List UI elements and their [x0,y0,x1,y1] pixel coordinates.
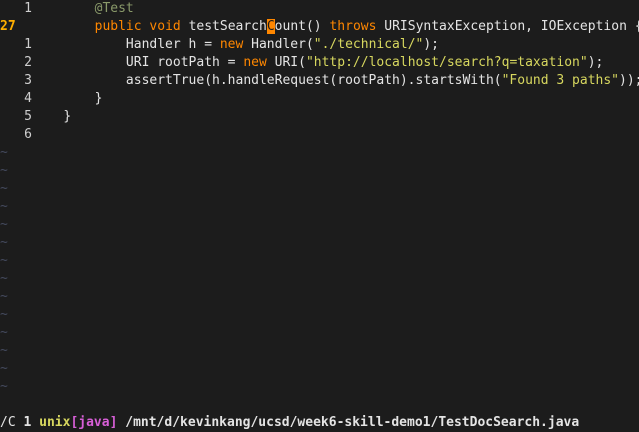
code-token: new [219,37,252,52]
code-text: } [32,108,639,126]
code-token: URI rootPath = [125,55,244,70]
code-line[interactable]: 1 @Test [0,0,639,18]
empty-line-marker: ~ [0,378,639,396]
code-text: URI rootPath = new URI("http://localhost… [32,54,639,72]
empty-line-marker: ~ [0,216,639,234]
code-token: testSearch [188,19,267,34]
code-line[interactable]: 4 } [0,90,639,108]
empty-line-marker: ~ [0,288,639,306]
tilde-marker: ~ [0,199,8,214]
line-number: 5 [24,109,32,124]
code-token: "./technical/" [313,37,424,52]
empty-line-marker: ~ [0,234,639,252]
command-line[interactable]: /C [0,414,639,432]
code-text: @Test [32,0,639,18]
code-token: URI( [274,55,306,70]
line-number: 1 [24,37,32,52]
empty-line-marker: ~ [0,162,639,180]
code-token: throws [329,19,385,34]
empty-line-marker: ~ [0,324,639,342]
code-line[interactable]: 1 Handler h = new Handler("./technical/"… [0,36,639,54]
tilde-marker: ~ [0,325,8,340]
code-line[interactable]: 5 } [0,108,639,126]
code-text: Handler h = new Handler("./technical/"); [32,36,639,54]
code-token: } [63,109,72,124]
code-text: assertTrue(h.handleRequest(rootPath).sta… [32,72,639,90]
code-token: )); [619,73,639,88]
code-text: } [32,90,639,108]
code-line[interactable]: 6 [0,126,639,144]
code-line[interactable]: 3 assertTrue(h.handleRequest(rootPath).s… [0,72,639,90]
line-number: 6 [24,127,32,142]
tilde-marker: ~ [0,361,8,376]
tilde-marker: ~ [0,343,8,358]
tilde-marker: ~ [0,289,8,304]
line-number: 4 [24,91,32,106]
empty-line-marker: ~ [0,342,639,360]
code-token: assertTrue(h.handleRequest(rootPath).sta… [125,73,502,88]
tilde-marker: ~ [0,217,8,232]
code-token: } [94,91,103,106]
current-line-number: 27 [0,19,16,34]
empty-line-marker: ~ [0,180,639,198]
code-token: ount() [274,19,330,34]
tilde-marker: ~ [0,379,8,394]
code-token: ); [587,55,604,70]
code-line[interactable]: 2 URI rootPath = new URI("http://localho… [0,54,639,72]
empty-line-marker: ~ [0,144,639,162]
empty-line-marker: ~ [0,252,639,270]
text-cursor: C [266,19,275,34]
code-token: Handler h = [125,37,220,52]
tilde-marker: ~ [0,145,8,160]
code-line[interactable]: 27 public void testSearchCount() throws … [0,18,639,36]
empty-line-marker: ~ [0,270,639,288]
line-number: 1 [24,1,32,16]
code-token: ); [423,37,440,52]
code-token: Handler( [251,37,314,52]
editor-buffer[interactable]: 1 @Test 27 public void testSearchCount() … [0,0,639,396]
code-text: public void testSearchCount() throws URI… [32,18,639,36]
code-token: new [243,55,275,70]
line-number: 2 [24,55,32,70]
tilde-marker: ~ [0,307,8,322]
tilde-marker: ~ [0,163,8,178]
empty-line-marker: ~ [0,198,639,216]
status-line: 1 unix[java] /mnt/d/kevinkang/ucsd/week6… [0,396,639,430]
tilde-marker: ~ [0,253,8,268]
tilde-marker: ~ [0,271,8,286]
code-token: void [149,19,189,34]
tilde-marker: ~ [0,181,8,196]
code-token: URISyntaxException, IOException { [384,19,639,34]
code-token: "Found 3 paths" [501,73,620,88]
code-token: @Test [94,1,134,16]
tilde-marker: ~ [0,235,8,250]
code-token: "http://localhost/search?q=taxation" [305,55,588,70]
code-token: public [94,19,150,34]
empty-line-marker: ~ [0,306,639,324]
empty-line-marker: ~ [0,360,639,378]
line-number: 3 [24,73,32,88]
